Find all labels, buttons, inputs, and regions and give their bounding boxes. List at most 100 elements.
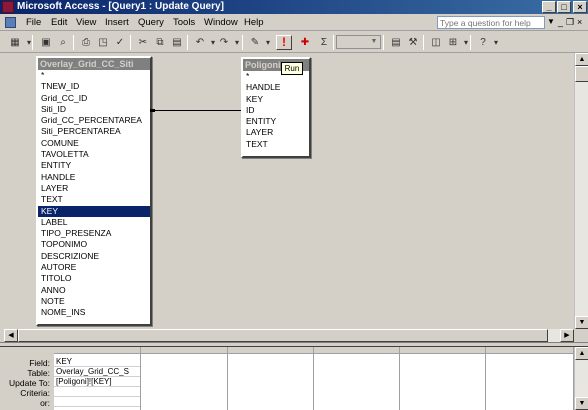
row-label-or: or: <box>40 398 50 408</box>
minimize-button[interactable]: _ <box>542 1 556 13</box>
grid-column-empty[interactable] <box>400 347 486 410</box>
menu-query[interactable]: Query <box>138 17 164 28</box>
vertical-scrollbar[interactable]: ▲ ▼ <box>574 53 588 329</box>
field-item[interactable]: * <box>38 70 150 81</box>
field-item[interactable]: KEY <box>243 94 309 105</box>
menu-view[interactable]: View <box>76 17 96 28</box>
print-preview-icon[interactable]: ◳ <box>95 35 111 50</box>
doc-close-button[interactable]: × <box>577 17 582 27</box>
scroll-left-icon[interactable]: ◀ <box>4 329 18 342</box>
grid-vertical-scrollbar[interactable]: ▲ ▼ <box>574 347 588 410</box>
spelling-icon[interactable]: ✓ <box>112 35 128 50</box>
grid-column-empty[interactable] <box>228 347 314 410</box>
field-item[interactable]: Siti_ID <box>38 104 150 115</box>
field-item[interactable]: ENTITY <box>243 116 309 127</box>
field-item[interactable]: HANDLE <box>38 172 150 183</box>
toolbar: ▦ ▾ ▣ ⌕ ⎙ ◳ ✓ ✂ ⧉ ▤ ↶ ▾ ↷ ▾ ✎ ▾ ! ✚ Σ ▤ … <box>0 31 588 53</box>
cell-criteria[interactable] <box>54 387 140 397</box>
cell-update-to[interactable]: [Poligoni]![KEY] <box>54 377 140 387</box>
scroll-down-icon[interactable]: ▼ <box>575 316 588 329</box>
menu-edit[interactable]: Edit <box>51 17 67 28</box>
search-file-icon[interactable]: ⌕ <box>55 35 71 50</box>
database-window-icon[interactable]: ◫ <box>428 35 444 50</box>
field-item[interactable]: ANNO <box>38 285 150 296</box>
horizontal-scrollbar[interactable]: ◀ ▶ <box>4 329 574 342</box>
cut-icon[interactable]: ✂ <box>135 35 151 50</box>
menu-file[interactable]: File <box>26 17 41 28</box>
field-item[interactable]: LABEL <box>38 217 150 228</box>
copy-icon[interactable]: ⧉ <box>152 35 168 50</box>
chevron-down-icon[interactable]: ▼ <box>369 37 379 47</box>
window-title: Microsoft Access - [Query1 : Update Quer… <box>17 1 224 12</box>
table-box-overlay-grid[interactable]: Overlay_Grid_CC_Siti * TNEW_ID Grid_CC_ID S… <box>36 56 152 326</box>
field-item[interactable]: TNEW_ID <box>38 81 150 92</box>
close-button[interactable]: × <box>573 1 587 13</box>
field-item[interactable]: LAYER <box>243 127 309 138</box>
field-item[interactable]: TEXT <box>38 194 150 205</box>
top-values-combo[interactable]: ▼ <box>336 35 381 49</box>
scroll-thumb[interactable] <box>18 329 548 342</box>
field-item[interactable]: KEY <box>38 205 150 217</box>
field-item[interactable]: TIPO_PRESENZA <box>38 228 150 239</box>
save-icon[interactable]: ▣ <box>38 35 54 50</box>
field-item[interactable]: AUTORE <box>38 262 150 273</box>
doc-minimize-button[interactable]: _ <box>558 17 563 27</box>
field-item[interactable]: DESCRIZIONE <box>38 251 150 262</box>
field-item[interactable]: COMUNE <box>38 138 150 149</box>
show-table-icon[interactable]: ✚ <box>297 35 313 50</box>
cell-or[interactable] <box>54 397 140 407</box>
cell-field[interactable]: KEY <box>54 357 140 367</box>
build-icon[interactable]: ⚒ <box>405 35 421 50</box>
field-item[interactable]: Grid_CC_PERCENTAREA <box>38 115 150 126</box>
cell-table[interactable]: Overlay_Grid_CC_S <box>54 367 140 377</box>
menu-help[interactable]: Help <box>244 17 264 28</box>
grid-column-empty[interactable] <box>314 347 400 410</box>
scroll-thumb[interactable] <box>575 66 588 82</box>
table-title[interactable]: Overlay_Grid_CC_Siti <box>38 58 150 70</box>
grid-column-empty[interactable] <box>141 347 228 410</box>
document-icon[interactable] <box>5 17 16 28</box>
field-item[interactable]: TITOLO <box>38 273 150 284</box>
field-item[interactable]: Grid_CC_ID <box>38 93 150 104</box>
run-button[interactable]: ! <box>276 35 292 50</box>
help-dropdown-icon[interactable]: ▼ <box>547 17 555 26</box>
access-app-icon <box>2 1 14 13</box>
field-item[interactable]: LAYER <box>38 183 150 194</box>
field-item[interactable]: NOTE <box>38 296 150 307</box>
field-item[interactable]: ENTITY <box>38 160 150 171</box>
field-item[interactable]: Siti_PERCENTAREA <box>38 126 150 137</box>
totals-icon[interactable]: Σ <box>316 35 332 50</box>
new-object-dropdown-icon[interactable]: ▾ <box>458 35 474 50</box>
row-label-criteria: Criteria: <box>20 388 50 398</box>
grid-column[interactable]: KEY Overlay_Grid_CC_S [Poligoni]![KEY] <box>54 347 141 410</box>
query-type-dropdown-icon[interactable]: ▾ <box>260 35 276 50</box>
column-selector[interactable] <box>54 347 140 354</box>
field-item[interactable]: TEXT <box>243 139 309 150</box>
maximize-button[interactable]: □ <box>557 1 571 13</box>
field-item[interactable]: NOME_INS <box>38 307 150 318</box>
help-dropdown-arrow-icon[interactable]: ▾ <box>488 35 504 50</box>
field-item[interactable]: TOPONIMO <box>38 239 150 250</box>
properties-icon[interactable]: ▤ <box>388 35 404 50</box>
doc-restore-button[interactable]: ❐ <box>566 17 574 28</box>
dropdown-arrow-icon[interactable]: ▾ <box>21 35 37 50</box>
row-label-field: Field: <box>29 358 50 368</box>
menu-tools[interactable]: Tools <box>173 17 195 28</box>
title-bar: Microsoft Access - [Query1 : Update Quer… <box>0 0 588 14</box>
grid-column-empty[interactable] <box>486 347 574 410</box>
help-search-input[interactable] <box>437 16 545 29</box>
paste-icon[interactable]: ▤ <box>169 35 185 50</box>
field-item[interactable]: HANDLE <box>243 82 309 93</box>
scroll-right-icon[interactable]: ▶ <box>560 329 574 342</box>
join-line[interactable] <box>152 110 241 111</box>
print-icon[interactable]: ⎙ <box>78 35 94 50</box>
menu-insert[interactable]: Insert <box>105 17 129 28</box>
field-item[interactable]: ID <box>243 105 309 116</box>
row-label-update-to: Update To: <box>9 378 50 388</box>
scroll-up-icon[interactable]: ▲ <box>575 53 588 66</box>
scroll-down-icon[interactable]: ▼ <box>575 397 588 410</box>
scroll-up-icon[interactable]: ▲ <box>575 347 588 360</box>
field-item[interactable]: TAVOLETTA <box>38 149 150 160</box>
grid-row-labels: Field: Table: Update To: Criteria: or: <box>0 347 54 410</box>
menu-window[interactable]: Window <box>204 17 238 28</box>
